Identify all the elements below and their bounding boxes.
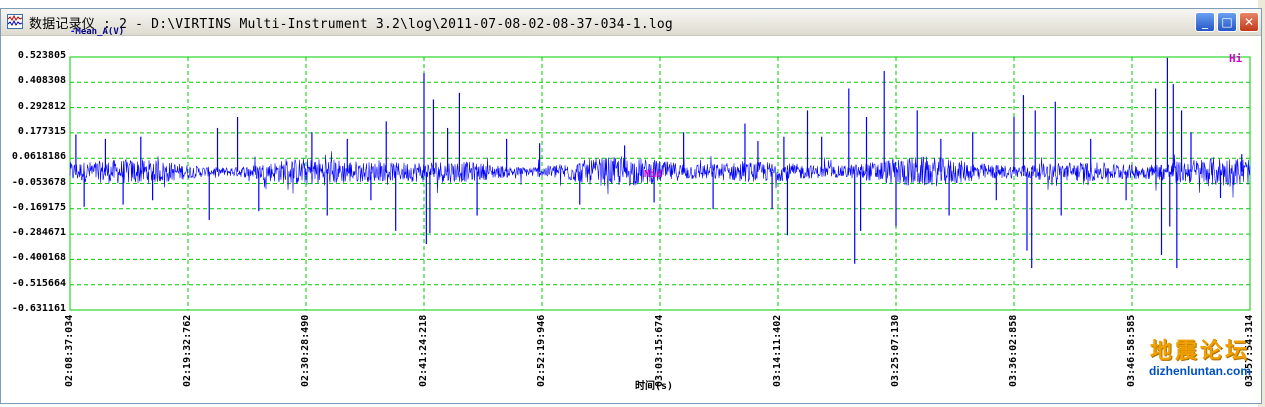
y-tick-label: -0.169175 (11, 201, 66, 213)
x-tick-label: 03:46:58:585 (1126, 314, 1137, 387)
y-tick-label: -0.400168 (11, 252, 66, 264)
watermark-url: dizhenluntan.com (1149, 364, 1251, 378)
x-tick-label: 02:30:28:490 (300, 314, 311, 387)
y-tick-label: -0.053678 (11, 176, 66, 188)
x-axis-label: 时间(s) (635, 381, 674, 392)
watermark: 地震论坛 dizhenluntan.com (1140, 338, 1260, 378)
y-tick-label: -0.284671 (11, 227, 66, 239)
y-tick-label: 0.177315 (17, 125, 66, 137)
x-tick-label: 02:08:37:034 (64, 314, 75, 387)
y-tick-label: 0.408308 (17, 75, 66, 87)
hi-marker: Hi (1229, 52, 1243, 65)
y-tick-label: -0.515664 (11, 277, 66, 289)
y-tick-label: 0.523805 (17, 50, 66, 61)
watermark-chinese-text: 地震论坛 (1149, 338, 1250, 364)
x-tick-label: 03:36:02:858 (1008, 314, 1019, 387)
y-tick-label: 0.292812 (17, 100, 66, 112)
mid-marker: Mid (644, 169, 663, 180)
x-tick-label: 02:19:32:762 (182, 314, 193, 387)
x-tick-label: 03:14:11:402 (772, 314, 783, 387)
y-tick-label: 0.0618186 (11, 151, 66, 163)
x-tick-label: 03:25:07:130 (890, 314, 901, 387)
x-tick-label: 02:41:24:218 (418, 314, 429, 387)
x-tick-label: 02:52:19:946 (536, 314, 547, 387)
y-tick-label: -0.631161 (11, 303, 66, 314)
